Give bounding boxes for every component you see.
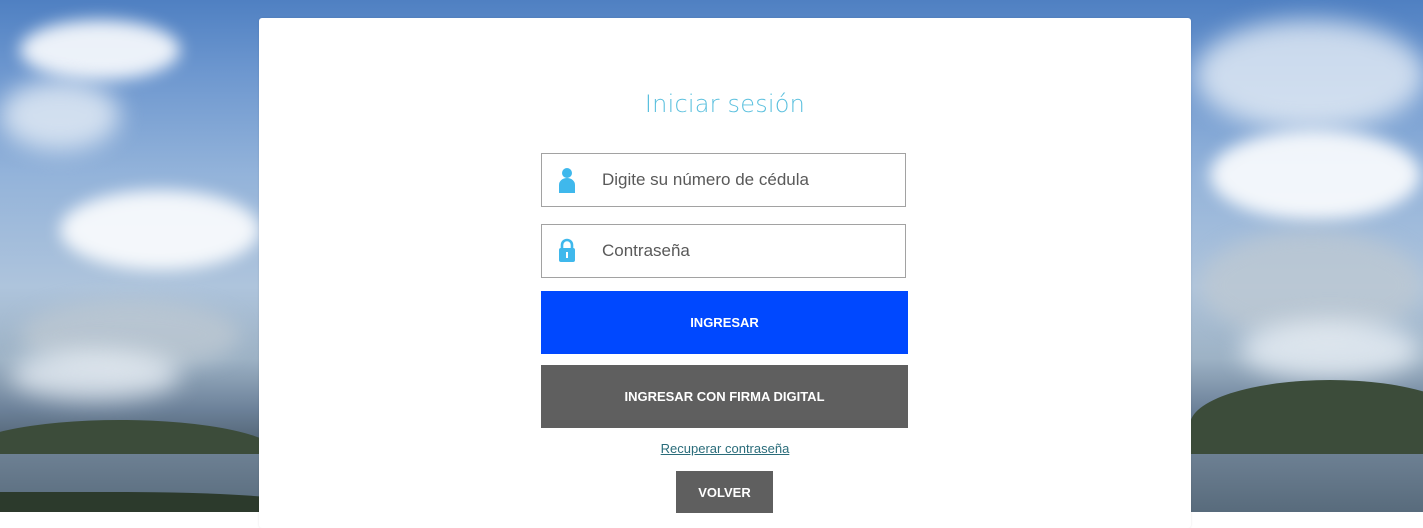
lock-icon	[559, 238, 575, 262]
login-button[interactable]: INGRESAR	[541, 291, 908, 354]
login-title: Iniciar sesión	[644, 90, 806, 118]
digital-signature-login-button[interactable]: INGRESAR CON FIRMA DIGITAL	[541, 365, 908, 428]
password-field[interactable]	[541, 224, 906, 278]
recover-password-link[interactable]: Recuperar contraseña	[259, 441, 1191, 456]
id-number-input[interactable]	[602, 160, 905, 200]
login-card: Iniciar sesión INGRESAR INGRESAR CON FIR…	[259, 18, 1191, 528]
password-input[interactable]	[602, 231, 905, 271]
user-icon	[559, 168, 575, 193]
id-number-field[interactable]	[541, 153, 906, 207]
back-button[interactable]: VOLVER	[676, 471, 773, 513]
